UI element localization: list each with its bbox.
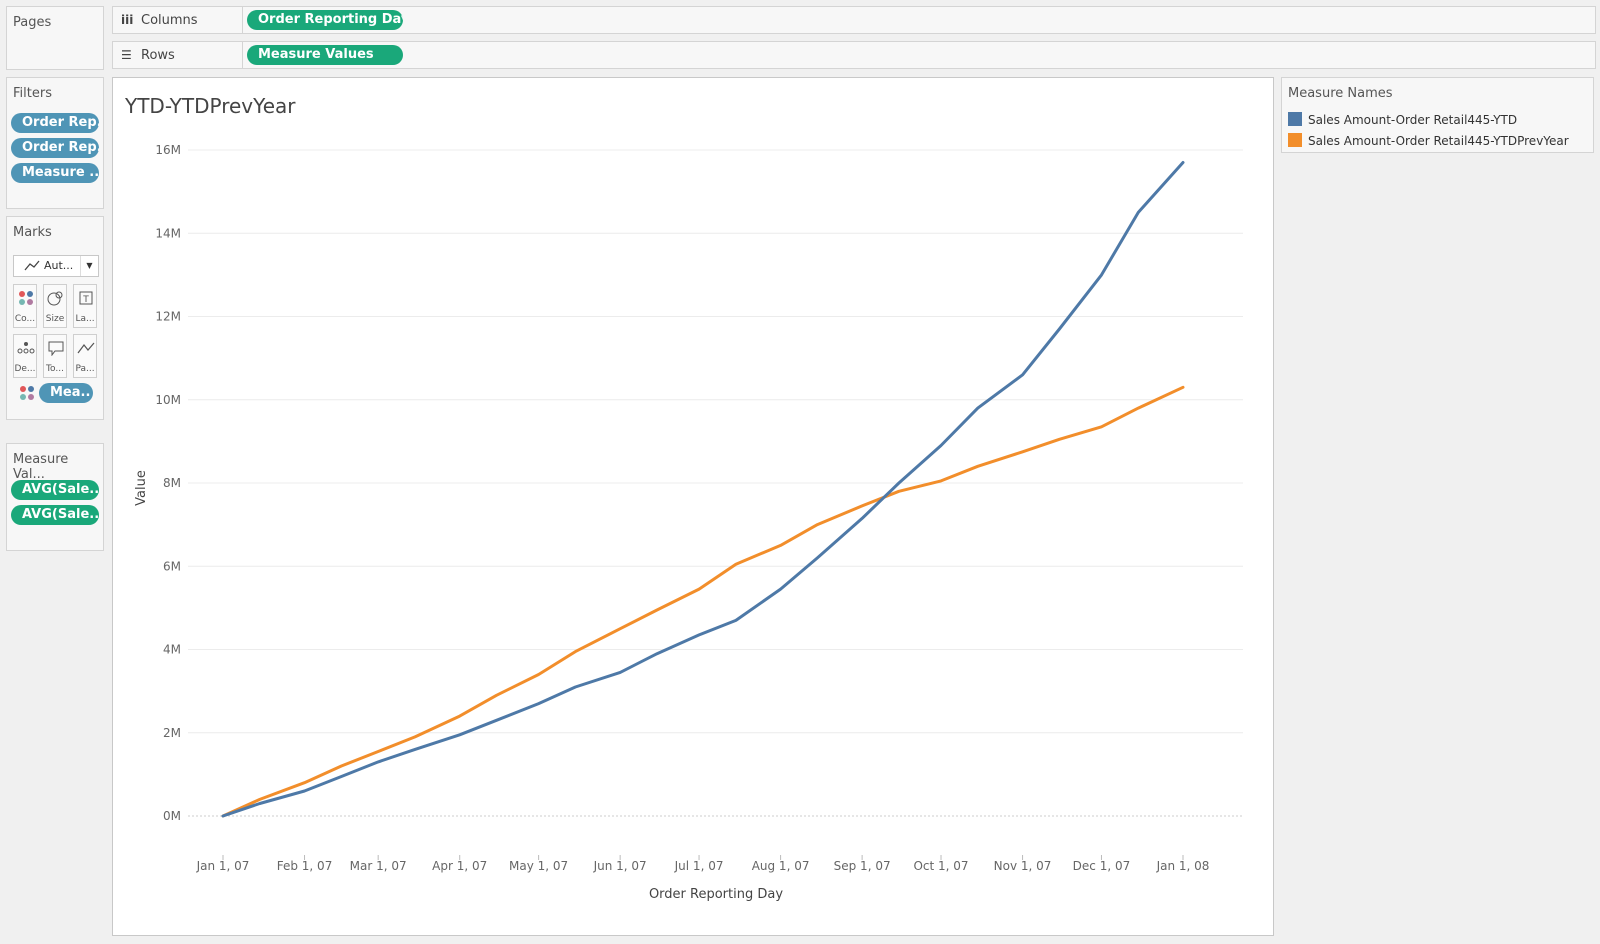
mark-type-dropdown[interactable]: Aut... ▼ [13, 255, 99, 277]
mark-card-detail[interactable]: De... [13, 334, 37, 378]
line-chart[interactable]: 0M 2M 4M 6M 8M 10M 12M 14M 16M Jan 1, 07 Feb 1, 07… [113, 78, 1275, 937]
mark-card-label[interactable]: T La... [73, 284, 97, 328]
x-tick-label: Dec 1, 07 [1073, 859, 1131, 873]
mark-card-label-label: La... [75, 314, 95, 324]
filters-title: Filters [13, 86, 52, 101]
rows-shelf[interactable]: ☰ Rows Measure Values [112, 41, 1596, 69]
legend-swatch-ytd [1288, 112, 1302, 126]
marks-title: Marks [13, 225, 52, 240]
chart-area[interactable]: YTD-YTDPrevYear 0M 2M 4M 6M 8M 10M 12M 14M 16M Ja… [112, 77, 1274, 936]
right-empty-area [1281, 155, 1594, 936]
y-tick-label: 10M [155, 393, 181, 407]
path-icon [77, 342, 95, 354]
x-tick-label: Oct 1, 07 [913, 859, 968, 873]
legend: Measure Names Sales Amount-Order Retail4… [1281, 77, 1594, 153]
marks-color-pill[interactable]: Mea.. [39, 383, 93, 403]
mark-type-label: Aut... [44, 259, 74, 272]
mark-card-detail-label: De... [14, 364, 36, 374]
columns-pill-order-reporting-day[interactable]: Order Reporting Day [247, 10, 403, 30]
x-tick-label: Aug 1, 07 [752, 859, 810, 873]
x-tick-label: Mar 1, 07 [350, 859, 407, 873]
rows-icon: ☰ [121, 48, 132, 62]
color-dots-icon [20, 386, 34, 400]
marks-panel: Marks Aut... ▼ Co... Size T La... De... … [6, 216, 104, 420]
filters-panel: Filters Order Rep.. Order Rep.. Measure … [6, 77, 104, 209]
filter-pill-order-rep-1[interactable]: Order Rep.. [11, 113, 99, 133]
x-tick-label: Apr 1, 07 [432, 859, 487, 873]
pages-title: Pages [13, 15, 52, 30]
mark-card-size[interactable]: Size [43, 284, 67, 328]
x-tick-label: Sep 1, 07 [834, 859, 891, 873]
legend-item-ytd[interactable]: Sales Amount-Order Retail445-YTD [1288, 112, 1517, 128]
legend-label-ytd-prev-year: Sales Amount-Order Retail445-YTDPrevYear [1308, 134, 1569, 148]
color-dots-icon [19, 291, 33, 305]
x-tick-label: Jun 1, 07 [593, 859, 647, 873]
columns-shelf-label: iii Columns [113, 7, 243, 33]
y-tick-label: 6M [163, 559, 181, 573]
mark-card-path-label: Pa... [75, 364, 95, 374]
y-tick-label: 0M [163, 809, 181, 823]
label-icon: T [79, 291, 93, 305]
x-tick-label: Nov 1, 07 [994, 859, 1052, 873]
chevron-down-icon: ▼ [80, 256, 98, 276]
mark-card-tooltip[interactable]: To... [43, 334, 67, 378]
legend-swatch-ytd-prev-year [1288, 133, 1302, 147]
legend-item-ytd-prev-year[interactable]: Sales Amount-Order Retail445-YTDPrevYear [1288, 133, 1569, 149]
measure-value-pill-1[interactable]: AVG(Sale.. [11, 480, 99, 500]
filter-pill-measure[interactable]: Measure .. [11, 163, 99, 183]
columns-shelf[interactable]: iii Columns Order Reporting Day [112, 6, 1596, 34]
y-tick-label: 16M [155, 143, 181, 157]
x-axis-label: Order Reporting Day [649, 887, 783, 902]
pages-panel: Pages [6, 6, 104, 70]
y-tick-label: 2M [163, 726, 181, 740]
y-tick-label: 14M [155, 226, 181, 240]
mark-card-size-label: Size [45, 314, 65, 324]
y-axis-label: Value [134, 470, 149, 506]
x-tick-label: Jan 1, 08 [1156, 859, 1210, 873]
detail-dots-icon [17, 342, 35, 354]
mark-card-tooltip-label: To... [46, 364, 64, 374]
rows-shelf-label: ☰ Rows [113, 42, 243, 68]
series-line-ytd-prev-year [221, 385, 1185, 818]
mark-card-color[interactable]: Co... [13, 284, 37, 328]
tooltip-icon [48, 341, 64, 356]
svg-text:T: T [82, 295, 89, 305]
columns-icon: iii [121, 13, 134, 27]
size-icon [47, 291, 63, 306]
line-mark-icon [24, 260, 40, 271]
measure-value-pill-2[interactable]: AVG(Sale.. [11, 505, 99, 525]
mark-card-color-label: Co... [14, 314, 36, 324]
y-tick-label: 12M [155, 310, 181, 324]
mark-card-path[interactable]: Pa... [73, 334, 97, 378]
rows-pill-measure-values[interactable]: Measure Values [247, 45, 403, 65]
measure-values-panel: Measure Val... AVG(Sale.. AVG(Sale.. [6, 443, 104, 551]
series-line-ytd [221, 161, 1185, 818]
legend-title: Measure Names [1288, 86, 1393, 101]
y-tick-label: 4M [163, 643, 181, 657]
x-tick-label: Feb 1, 07 [277, 859, 333, 873]
x-tick-label: May 1, 07 [509, 859, 568, 873]
legend-label-ytd: Sales Amount-Order Retail445-YTD [1308, 113, 1518, 127]
filter-pill-order-rep-2[interactable]: Order Rep.. [11, 138, 99, 158]
y-tick-label: 8M [163, 476, 181, 490]
measure-values-title: Measure Val... [13, 452, 69, 482]
x-tick-label: Jan 1, 07 [196, 859, 250, 873]
x-tick-label: Jul 1, 07 [674, 859, 724, 873]
